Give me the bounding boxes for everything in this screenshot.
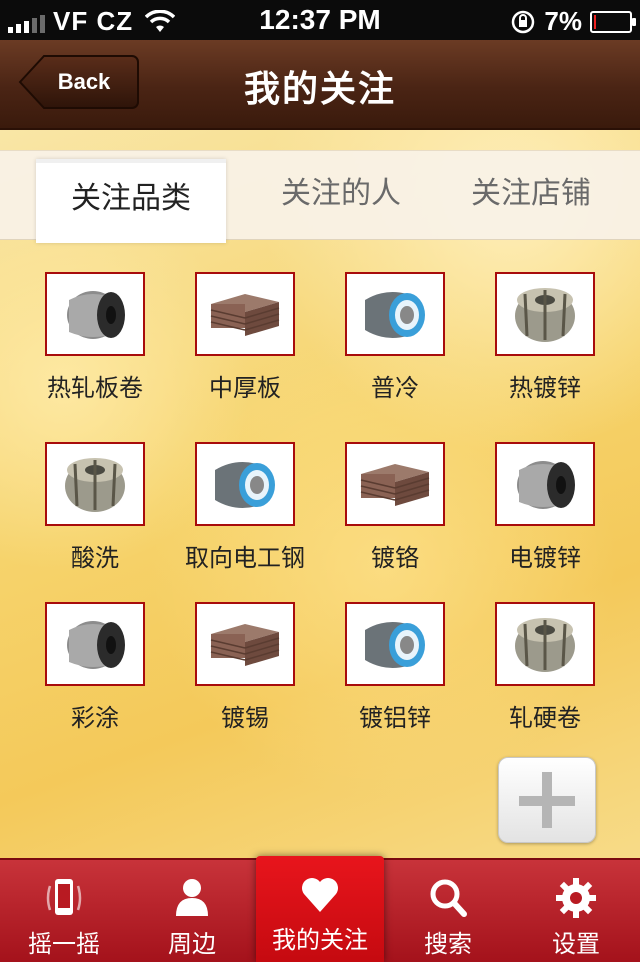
heart-icon	[256, 872, 384, 916]
category-label: 中厚板	[209, 374, 281, 402]
battery-fill	[594, 14, 596, 29]
category-item[interactable]: 镀锡	[170, 602, 320, 733]
blue-coil-icon	[345, 602, 445, 686]
plate-stack-icon	[195, 272, 295, 356]
category-label: 取向电工钢	[185, 544, 305, 572]
banded-coil-icon	[495, 272, 595, 356]
tabbar-label: 摇一摇	[28, 930, 100, 958]
category-item[interactable]: 普冷	[320, 272, 470, 403]
category-label: 镀铝锌	[359, 704, 431, 732]
category-item[interactable]: 热镀锌	[470, 272, 620, 403]
category-label: 热轧板卷	[47, 374, 143, 402]
category-label: 镀铬	[371, 544, 419, 572]
tab-shops[interactable]: 关注店铺	[436, 151, 626, 239]
bottom-tab-bar: 摇一摇 周边 我的关注 搜索 设置	[0, 856, 640, 962]
segment-tabs: 关注品类 关注的人 关注店铺	[0, 150, 640, 243]
blue-coil-icon	[345, 272, 445, 356]
banded-coil-icon	[495, 602, 595, 686]
category-item[interactable]: 电镀锌	[470, 442, 620, 573]
category-item[interactable]: 热轧板卷	[20, 272, 170, 403]
page-title: 我的关注	[243, 69, 396, 110]
category-label: 彩涂	[71, 704, 119, 732]
category-label: 镀锡	[221, 704, 269, 732]
blue-coil-icon	[195, 442, 295, 526]
category-item[interactable]: 中厚板	[170, 272, 320, 403]
category-item[interactable]: 镀铬	[320, 442, 470, 573]
tabbar-item[interactable]: 摇一摇	[0, 860, 128, 962]
tabbar-item[interactable]: 周边	[128, 860, 256, 962]
person-icon	[128, 876, 256, 920]
tab-people[interactable]: 关注的人	[246, 151, 436, 239]
tabbar-item[interactable]: 我的关注	[256, 856, 384, 962]
category-label: 热镀锌	[509, 374, 581, 402]
category-item[interactable]: 轧硬卷	[470, 602, 620, 733]
phone-shake-icon	[0, 876, 128, 920]
plate-stack-icon	[195, 602, 295, 686]
category-item[interactable]: 镀铝锌	[320, 602, 470, 733]
battery-icon	[590, 10, 636, 33]
dark-coil-icon	[45, 272, 145, 356]
category-label: 轧硬卷	[509, 704, 581, 732]
battery-info: 7%	[510, 6, 636, 37]
rotation-lock-icon	[512, 10, 535, 33]
tabbar-label: 周边	[168, 930, 216, 958]
tabbar-label: 设置	[552, 930, 600, 958]
tab-categories[interactable]: 关注品类	[36, 159, 226, 243]
category-item[interactable]: 酸洗	[20, 442, 170, 573]
tabbar-item[interactable]: 设置	[512, 860, 640, 962]
main-content: 关注品类 关注的人 关注店铺 热轧板卷 中厚板 普冷 热镀锌 酸洗 取向电工钢 …	[0, 130, 640, 858]
search-icon	[384, 876, 512, 920]
dark-coil-icon	[495, 442, 595, 526]
category-item[interactable]: 取向电工钢	[170, 442, 320, 573]
battery-percent: 7%	[544, 6, 582, 36]
add-category-button[interactable]	[498, 757, 596, 843]
tabbar-item[interactable]: 搜索	[384, 860, 512, 962]
status-bar: VF CZ 12:37 PM 7%	[0, 0, 640, 40]
category-label: 酸洗	[71, 544, 119, 572]
navigation-bar: Back 我的关注	[0, 40, 640, 130]
category-label: 普冷	[371, 374, 419, 402]
tabbar-label: 搜索	[424, 930, 472, 958]
tabbar-label: 我的关注	[272, 926, 368, 954]
category-item[interactable]: 彩涂	[20, 602, 170, 733]
plate-stack-icon	[345, 442, 445, 526]
category-label: 电镀锌	[509, 544, 581, 572]
gear-icon	[512, 876, 640, 920]
dark-coil-icon	[45, 602, 145, 686]
banded-coil-icon	[45, 442, 145, 526]
